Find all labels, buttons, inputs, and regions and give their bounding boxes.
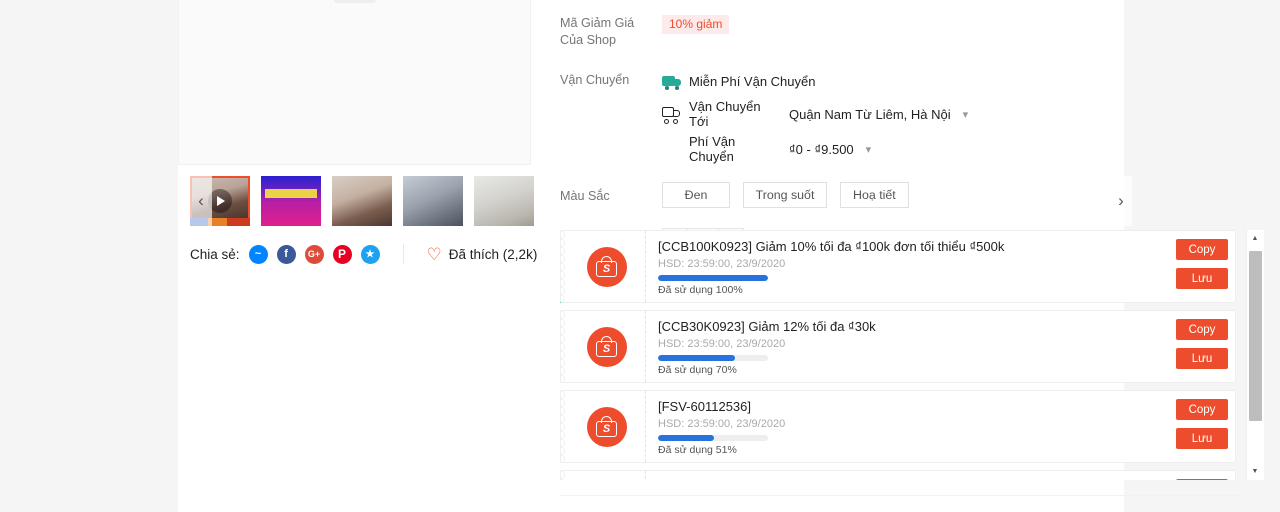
scrollbar-track[interactable] xyxy=(1246,247,1264,463)
ship-fee-line: Phí Vận Chuyển ₫0 - ₫9.500 ▾ xyxy=(662,134,1120,164)
voucher-copy-button[interactable]: Copy xyxy=(1176,319,1228,340)
thumb-4[interactable] xyxy=(403,176,463,226)
voucher-logo-wrap: S xyxy=(568,391,646,462)
ship-fee-value: ₫0 - ₫9.500 xyxy=(789,141,854,157)
twitter-icon[interactable]: ★ xyxy=(360,244,380,264)
delivery-truck-icon xyxy=(662,107,681,124)
voucher-logo-wrap: S xyxy=(568,231,646,302)
voucher-logo-wrap xyxy=(568,471,646,480)
ship-to-line: Vận Chuyển Tới Quận Nam Từ Liêm, Hà Nội … xyxy=(662,99,1120,129)
voucher-save-button[interactable]: Lưu xyxy=(1176,428,1228,449)
voucher-title: [FSV-60112536] xyxy=(658,399,751,414)
voucher-usage-bar xyxy=(658,435,768,441)
like-count-label: Đã thích (2,2k) xyxy=(448,246,538,262)
voucher-perforation xyxy=(561,231,568,302)
free-shipping-line: Miễn Phí Vận Chuyển xyxy=(662,70,1120,92)
voucher-usage-bar xyxy=(658,275,768,281)
voucher-perforation xyxy=(561,391,568,462)
google-plus-icon[interactable]: G+ xyxy=(304,244,324,264)
ship-fee-label: Phí Vận Chuyển xyxy=(689,134,736,164)
shipping-row: Vận Chuyển Miễn Phí Vận Chuyển Vận Chuyể… xyxy=(560,70,1120,164)
voucher-title: [CCB30K0923] Giảm 12% tối đa ₫30k xyxy=(658,319,876,334)
voucher-expiry: HSD: 23:59:00, 23/9/2020 xyxy=(658,258,786,270)
voucher-copy-button[interactable]: Copy xyxy=(1176,239,1228,260)
voucher-body: [CCB30K0923] Giảm 12% tối đa ₫30k HSD: 23… xyxy=(646,311,1169,382)
chevron-down-icon[interactable]: ▾ xyxy=(963,108,969,121)
voucher-copy-button[interactable]: Copy xyxy=(1176,479,1228,480)
voucher-scroll-area[interactable]: S [CCB100K0923] Giảm 10% tối đa ₫100k đơn… xyxy=(560,230,1246,480)
voucher-usage-text: Đã sử dụng 100% xyxy=(658,284,743,296)
voucher-expiry: HSD: 23:59:00, 23/9/2020 xyxy=(658,338,786,350)
voucher-save-button[interactable]: Lưu xyxy=(1176,348,1228,369)
product-detail-panel: S ‹ › Chia sẻ: ~ f G+ P ★ xyxy=(178,0,1264,512)
voucher-perforation xyxy=(561,471,568,480)
voucher-actions: Copy Lưu xyxy=(1169,391,1235,462)
heart-icon: ♡ xyxy=(426,244,442,264)
voucher-perforation xyxy=(561,311,568,382)
share-label: Chia sẻ: xyxy=(190,246,240,262)
like-button[interactable]: ♡ Đã thích (2,2k) xyxy=(427,246,538,263)
color-row: Màu Sắc Đen Trong suốt Hoạ tiết xyxy=(560,182,1120,208)
ship-to-value[interactable]: Quận Nam Từ Liêm, Hà Nội xyxy=(789,107,951,122)
scroll-up-arrow-icon[interactable]: ▲ xyxy=(1246,230,1264,247)
voucher-body: [FSV-60112536] HSD: 23:59:00, 23/9/2020 Đã… xyxy=(646,391,1169,462)
scrollbar-thumb[interactable] xyxy=(1248,251,1262,421)
shopee-bag-placeholder-icon: S xyxy=(333,0,376,3)
voucher-scrollbar[interactable]: ▲ ▼ xyxy=(1246,230,1264,480)
shipping-label: Vận Chuyển xyxy=(560,73,630,87)
page-root: S ‹ › Chia sẻ: ~ f G+ P ★ xyxy=(0,0,1280,512)
thumb-5[interactable] xyxy=(474,176,534,226)
color-option-trong-suot[interactable]: Trong suốt xyxy=(742,182,828,208)
voucher-card[interactable]: S [FSV-60112536] HSD: 23:59:00, 23/9/2020 Đ… xyxy=(560,390,1236,463)
main-product-image[interactable]: S xyxy=(178,0,531,165)
voucher-card[interactable]: S [CCB100K0923] Giảm 10% tối đa ₫100k đơn… xyxy=(560,230,1236,303)
share-divider xyxy=(402,244,404,264)
voucher-logo-wrap: S xyxy=(568,311,646,382)
shopee-logo-icon: S xyxy=(586,406,627,447)
color-option-hoa-tiet[interactable]: Hoạ tiết xyxy=(840,182,909,208)
free-shipping-text: Miễn Phí Vận Chuyển xyxy=(689,73,816,89)
voucher-title: [CCB100K0923] Giảm 10% tối đa ₫100k đơn … xyxy=(658,239,1005,254)
shopee-logo-icon: S xyxy=(586,326,627,367)
color-label: Màu Sắc xyxy=(560,188,610,203)
shopee-logo-icon: S xyxy=(586,246,627,287)
voucher-actions: Copy Lưu xyxy=(1169,231,1235,302)
voucher-card[interactable]: S [CCB30K0923] Giảm 12% tối đa ₫30k HSD: 2… xyxy=(560,310,1236,383)
gallery-prev-arrow[interactable]: ‹ xyxy=(190,176,212,226)
chevron-down-icon-fee[interactable]: ▾ xyxy=(866,143,872,156)
voucher-body: [FA9250571] Giảm 10% đơn tối thiểu ₫99kH… xyxy=(646,471,1169,480)
gallery-next-arrow[interactable]: › xyxy=(1110,176,1132,226)
shop-voucher-row: Mã Giảm Giá Của Shop 10% giảm xyxy=(560,13,1120,49)
section-divider xyxy=(560,495,1240,496)
shop-voucher-label: Mã Giảm Giá Của Shop xyxy=(560,16,635,47)
voucher-actions: Copy xyxy=(1169,471,1235,480)
thumb-3[interactable] xyxy=(332,176,392,226)
messenger-icon[interactable]: ~ xyxy=(248,244,268,264)
scroll-down-arrow-icon[interactable]: ▼ xyxy=(1246,463,1264,480)
voucher-usage-text: Đã sử dụng 70% xyxy=(658,364,737,376)
facebook-icon[interactable]: f xyxy=(276,244,296,264)
voucher-copy-button[interactable]: Copy xyxy=(1176,399,1228,420)
voucher-card[interactable]: [FA9250571] Giảm 10% đơn tối thiểu ₫99kH… xyxy=(560,470,1236,480)
voucher-body: [CCB100K0923] Giảm 10% tối đa ₫100k đơn … xyxy=(646,231,1169,302)
color-option-den[interactable]: Đen xyxy=(662,182,730,208)
voucher-expiry: HSD: 23:59:00, 23/9/2020 xyxy=(658,418,786,430)
voucher-title: [FA9250571] Giảm 10% đơn tối thiểu ₫99k xyxy=(658,479,1159,480)
ship-to-label: Vận Chuyển Tới xyxy=(689,99,761,129)
voucher-usage-text: Đã sử dụng 51% xyxy=(658,444,737,456)
free-shipping-truck-icon xyxy=(662,75,681,90)
placeholder-letter: S xyxy=(333,0,376,3)
voucher-actions: Copy Lưu xyxy=(1169,311,1235,382)
pinterest-icon[interactable]: P xyxy=(332,244,352,264)
shop-voucher-badge[interactable]: 10% giảm xyxy=(662,15,730,34)
voucher-save-button[interactable]: Lưu xyxy=(1176,268,1228,289)
thumb-2[interactable] xyxy=(261,176,321,226)
voucher-usage-bar xyxy=(658,355,768,361)
voucher-list-panel: S [CCB100K0923] Giảm 10% tối đa ₫100k đơn… xyxy=(560,230,1264,480)
